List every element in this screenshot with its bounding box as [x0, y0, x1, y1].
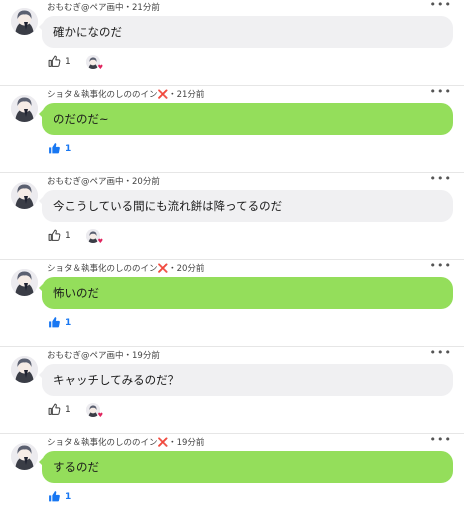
timestamp: ・21分前	[123, 3, 160, 13]
heart-icon: ♥	[97, 412, 103, 419]
thumbs-up-icon	[48, 488, 61, 507]
comment-bubble: 確かになのだ	[39, 16, 453, 48]
thumbs-up-icon	[48, 401, 61, 420]
comment-meta: おもむぎ@ペア画中・20分前	[47, 176, 160, 188]
comment-bubble: 怖いのだ	[39, 277, 453, 309]
thumbs-up-icon	[48, 140, 61, 159]
red-cross-icon: ❌	[157, 264, 169, 274]
liker-avatar[interactable]: ♥	[86, 403, 103, 419]
red-cross-icon: ❌	[157, 90, 169, 100]
comment-item: ショタ＆執事化のしののイン❌・21分前 ••• のだのだ~ 1	[0, 86, 464, 173]
more-icon[interactable]: •••	[430, 434, 452, 445]
like-button[interactable]: 1	[48, 403, 71, 417]
comment-text: キャッチしてみるのだ？	[53, 373, 180, 387]
comment-item: おもむぎ@ペア画中・21分前 ••• 確かになのだ 1 ♥	[0, 0, 464, 86]
timestamp: ・21分前	[168, 90, 205, 100]
avatar[interactable]	[11, 269, 38, 296]
like-button[interactable]: 1	[48, 55, 71, 69]
like-count: 1	[65, 231, 71, 241]
like-count: 1	[65, 57, 71, 67]
timestamp: ・19分前	[123, 351, 160, 361]
comment-bubble: のだのだ~	[39, 103, 453, 135]
comment-meta: ショタ＆執事化のしののイン❌・21分前	[47, 89, 204, 101]
more-icon[interactable]: •••	[430, 260, 452, 271]
thumbs-up-icon	[48, 314, 61, 333]
heart-icon: ♥	[97, 238, 103, 245]
heart-icon: ♥	[97, 64, 103, 71]
like-count: 1	[65, 144, 72, 154]
red-cross-icon: ❌	[157, 438, 169, 448]
comment-item: ショタ＆執事化のしののイン❌・20分前 ••• 怖いのだ 1	[0, 260, 464, 347]
comment-meta: ショタ＆執事化のしののイン❌・20分前	[47, 263, 204, 275]
like-count: 1	[65, 405, 71, 415]
like-count: 1	[65, 318, 72, 328]
avatar[interactable]	[11, 182, 38, 209]
like-count: 1	[65, 492, 72, 502]
comment-bubble: キャッチしてみるのだ？	[39, 364, 453, 396]
avatar[interactable]	[11, 95, 38, 122]
comment-bubble: 今こうしている間にも流れ餅は降ってるのだ	[39, 190, 453, 222]
liker-avatar[interactable]: ♥	[86, 55, 103, 71]
more-icon[interactable]: •••	[430, 173, 452, 184]
timestamp: ・20分前	[168, 264, 205, 274]
thumbs-up-icon	[48, 227, 61, 246]
avatar[interactable]	[11, 356, 38, 383]
comment-text: 怖いのだ	[53, 286, 99, 300]
comment-meta: ショタ＆執事化のしののイン❌・19分前	[47, 437, 204, 449]
author-name[interactable]: ショタ＆執事化のしののイン	[47, 90, 158, 100]
author-name[interactable]: ショタ＆執事化のしののイン	[47, 264, 158, 274]
comment-item: おもむぎ@ペア画中・19分前 ••• キャッチしてみるのだ？ 1 ♥	[0, 347, 464, 434]
comment-meta: おもむぎ@ペア画中・21分前	[47, 2, 160, 14]
comment-bubble: するのだ	[39, 451, 453, 483]
liker-avatar[interactable]: ♥	[86, 229, 103, 245]
comment-text: するのだ	[53, 460, 99, 474]
timestamp: ・20分前	[123, 177, 160, 187]
avatar[interactable]	[11, 443, 38, 470]
more-icon[interactable]: •••	[430, 0, 452, 10]
like-button[interactable]: 1	[48, 490, 71, 504]
like-button[interactable]: 1	[48, 142, 71, 156]
comment-item: おもむぎ@ペア画中・20分前 ••• 今こうしている間にも流れ餅は降ってるのだ …	[0, 173, 464, 260]
comment-meta: おもむぎ@ペア画中・19分前	[47, 350, 160, 362]
comment-item: ショタ＆執事化のしののイン❌・19分前 ••• するのだ 1	[0, 434, 464, 512]
comment-text: のだのだ~	[53, 112, 109, 126]
thumbs-up-icon	[48, 53, 61, 72]
more-icon[interactable]: •••	[430, 86, 452, 97]
author-name[interactable]: ショタ＆執事化のしののイン	[47, 438, 158, 448]
like-button[interactable]: 1	[48, 229, 71, 243]
comment-text: 今こうしている間にも流れ餅は降ってるのだ	[53, 199, 283, 213]
comment-text: 確かになのだ	[53, 25, 122, 39]
comment-thread: おもむぎ@ペア画中・21分前 ••• 確かになのだ 1 ♥ ショタ＆執事化のしの…	[0, 0, 464, 512]
like-button[interactable]: 1	[48, 316, 71, 330]
timestamp: ・19分前	[168, 438, 205, 448]
author-name[interactable]: おもむぎ@ペア画中	[47, 351, 124, 361]
author-name[interactable]: おもむぎ@ペア画中	[47, 177, 124, 187]
avatar[interactable]	[11, 8, 38, 35]
more-icon[interactable]: •••	[430, 347, 452, 358]
author-name[interactable]: おもむぎ@ペア画中	[47, 3, 124, 13]
